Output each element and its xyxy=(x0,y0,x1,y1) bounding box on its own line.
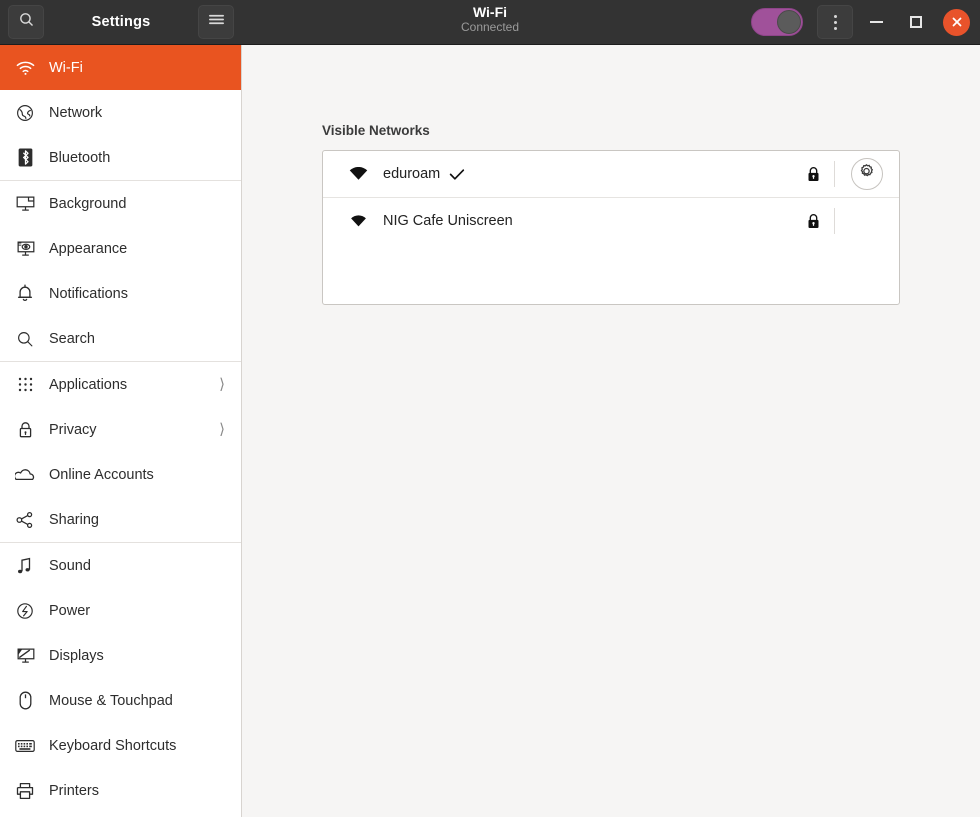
panel-title: Wi-Fi xyxy=(472,4,508,20)
sidebar-item-keyboard-shortcuts[interactable]: Keyboard Shortcuts xyxy=(0,723,241,768)
search-button[interactable] xyxy=(8,5,44,39)
minimize-button[interactable] xyxy=(859,5,893,39)
wifi-signal-strong-icon xyxy=(347,167,369,181)
close-button[interactable] xyxy=(943,8,970,36)
lock-icon xyxy=(14,419,36,441)
network-row-actions xyxy=(800,151,899,197)
sidebar-item-label: Appearance xyxy=(49,240,128,257)
sidebar-item-label: Background xyxy=(49,195,127,212)
sidebar-item-label: Power xyxy=(49,602,91,619)
section-title: Visible Networks xyxy=(322,123,430,138)
visible-networks-panel: eduroam NIG Cafe Uniscreen xyxy=(322,150,900,305)
chevron-right-icon: ⟩ xyxy=(219,421,225,438)
sidebar-item-label: Wi-Fi xyxy=(49,59,83,76)
chevron-right-icon: ⟩ xyxy=(219,376,225,393)
search-icon xyxy=(14,328,36,350)
wifi-icon xyxy=(14,57,36,79)
network-globe-icon xyxy=(14,102,36,124)
sidebar-item-sound[interactable]: Sound xyxy=(0,543,241,588)
titlebar: Settings Wi-Fi Connected xyxy=(0,0,980,45)
row-divider xyxy=(834,161,835,187)
gear-icon xyxy=(858,163,875,185)
cloud-icon xyxy=(14,464,36,486)
sidebar-item-notifications[interactable]: Notifications xyxy=(0,271,241,316)
check-icon xyxy=(449,168,465,181)
lock-icon xyxy=(800,213,826,229)
share-icon xyxy=(14,509,36,531)
apps-grid-icon xyxy=(14,374,36,396)
network-name: NIG Cafe Uniscreen xyxy=(383,212,513,229)
keyboard-icon xyxy=(14,735,36,757)
network-name: eduroam xyxy=(383,166,441,182)
sidebar-item-search[interactable]: Search xyxy=(0,316,241,361)
mouse-icon xyxy=(14,690,36,712)
sidebar-item-label: Privacy xyxy=(49,421,97,438)
bluetooth-icon xyxy=(14,147,36,169)
search-icon xyxy=(18,11,35,33)
sidebar-item-online-accounts[interactable]: Online Accounts xyxy=(0,452,241,497)
sidebar-item-network[interactable]: Network xyxy=(0,90,241,135)
sidebar-item-privacy[interactable]: Privacy ⟩ xyxy=(0,407,241,452)
sidebar-item-sharing[interactable]: Sharing xyxy=(0,497,241,542)
sidebar-item-label: Printers xyxy=(49,782,99,799)
sidebar-item-label: Mouse & Touchpad xyxy=(49,692,173,709)
sidebar-item-label: Applications xyxy=(49,376,128,393)
titlebar-right xyxy=(751,0,980,44)
sidebar-item-label: Displays xyxy=(49,647,104,664)
sidebar-item-label: Keyboard Shortcuts xyxy=(49,737,177,754)
wifi-toggle-knob xyxy=(777,10,801,34)
settings-window: Settings Wi-Fi Connected Wi-Fi Network B… xyxy=(0,0,980,817)
network-row-actions xyxy=(800,198,899,243)
lock-icon xyxy=(800,166,826,182)
sidebar-item-applications[interactable]: Applications ⟩ xyxy=(0,362,241,407)
sidebar-item-label: Sound xyxy=(49,557,91,574)
printer-icon xyxy=(14,780,36,802)
background-icon xyxy=(14,193,36,215)
panel-header: Wi-Fi Connected xyxy=(461,4,519,35)
close-icon xyxy=(951,16,963,28)
more-options-icon xyxy=(833,14,837,30)
sidebar-item-bluetooth[interactable]: Bluetooth xyxy=(0,135,241,180)
sidebar-item-label: Notifications xyxy=(49,285,128,302)
sound-note-icon xyxy=(14,555,36,577)
maximize-icon xyxy=(910,16,922,28)
sidebar-item-printers[interactable]: Printers xyxy=(0,768,241,813)
network-row-eduroam[interactable]: eduroam xyxy=(323,151,899,197)
sidebar-item-mouse-touchpad[interactable]: Mouse & Touchpad xyxy=(0,678,241,723)
sidebar-item-power[interactable]: Power xyxy=(0,588,241,633)
sidebar-item-wifi[interactable]: Wi-Fi xyxy=(0,45,241,90)
display-icon xyxy=(14,645,36,667)
network-settings-button[interactable] xyxy=(850,158,883,190)
app-title: Settings xyxy=(91,14,151,30)
maximize-button[interactable] xyxy=(899,5,933,39)
sidebar: Wi-Fi Network Bluetooth Background Appea… xyxy=(0,45,242,817)
minimize-icon xyxy=(869,21,883,23)
sidebar-item-appearance[interactable]: Appearance xyxy=(0,226,241,271)
sidebar-item-label: Bluetooth xyxy=(49,149,111,166)
panel-subtitle: Connected xyxy=(460,20,520,35)
sidebar-item-label: Sharing xyxy=(49,511,99,528)
sidebar-item-label: Online Accounts xyxy=(49,466,154,483)
sidebar-item-background[interactable]: Background xyxy=(0,181,241,226)
more-options-button[interactable] xyxy=(817,5,853,39)
sidebar-item-label: Network xyxy=(49,104,103,121)
titlebar-left: Settings xyxy=(0,0,242,44)
network-row-nig-cafe-uniscreen[interactable]: NIG Cafe Uniscreen xyxy=(323,197,899,243)
power-icon xyxy=(14,600,36,622)
window-body: Wi-Fi Network Bluetooth Background Appea… xyxy=(0,45,980,817)
sidebar-item-label: Search xyxy=(49,330,95,347)
appearance-icon xyxy=(14,238,36,260)
network-settings-slot xyxy=(845,158,899,190)
bell-icon xyxy=(14,283,36,305)
main-content: Visible Networks eduroam NIG Cafe Uniscr… xyxy=(242,45,980,817)
sidebar-item-displays[interactable]: Displays xyxy=(0,633,241,678)
hamburger-menu-button[interactable] xyxy=(198,5,234,39)
wifi-toggle[interactable] xyxy=(751,8,803,36)
wifi-signal-medium-icon xyxy=(347,214,369,228)
hamburger-menu-icon xyxy=(208,12,225,32)
row-divider xyxy=(834,207,835,234)
